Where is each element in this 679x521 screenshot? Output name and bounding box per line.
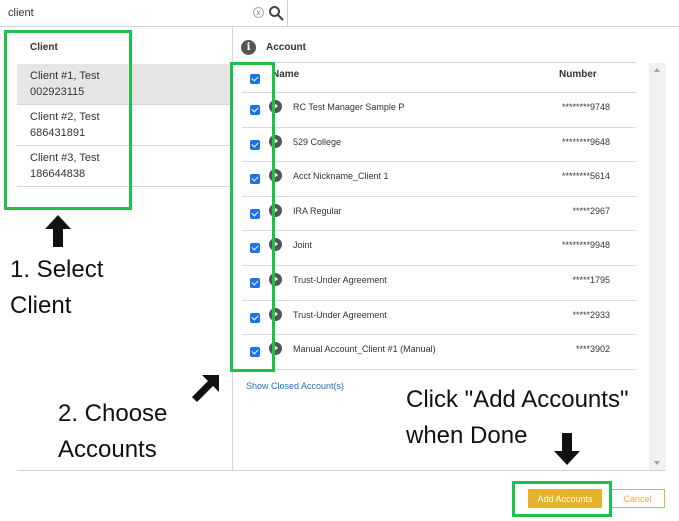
- info-icon[interactable]: i: [241, 40, 256, 55]
- account-number: ********9748: [561, 102, 610, 112]
- step-2-line-2: Accounts: [58, 436, 157, 463]
- step-1-instruction: 1. Select Client: [10, 252, 103, 324]
- scroll-down-arrow-icon[interactable]: [654, 461, 660, 465]
- search-bar: x: [0, 0, 288, 27]
- account-number: ********9648: [561, 136, 610, 147]
- account-row[interactable]: Acct Nickname_Client 1 ********5614: [242, 162, 636, 197]
- cancel-button[interactable]: Cancel: [610, 489, 665, 508]
- client-highlight-box: [4, 30, 132, 210]
- scroll-up-arrow-icon[interactable]: [654, 68, 660, 72]
- footer-divider: [17, 470, 666, 471]
- step-3-line-2: when Done: [406, 422, 528, 449]
- account-rows: RC Test Manager Sample P ********9748 52…: [242, 93, 636, 370]
- step-3-line-1: Click "Add Accounts": [406, 386, 629, 413]
- account-number: ****3902: [575, 344, 610, 355]
- name-column-header[interactable]: Name: [272, 69, 299, 80]
- account-number: ********5614: [561, 171, 610, 182]
- vertical-scrollbar[interactable]: [649, 63, 666, 470]
- step-3-instruction: Click "Add Accounts" when Done: [406, 382, 628, 454]
- account-row[interactable]: Manual Account_Client #1 (Manual) ****39…: [242, 335, 636, 370]
- account-name: Acct Nickname_Client 1: [293, 171, 389, 182]
- account-table-header: Name Number: [242, 62, 636, 93]
- search-input[interactable]: [8, 5, 248, 21]
- step-2-instruction: 2. Choose Accounts: [58, 396, 167, 468]
- account-row[interactable]: IRA Regular *****2967: [242, 197, 636, 232]
- account-column-header: Account: [266, 42, 306, 53]
- add-button-highlight-box: [512, 481, 612, 517]
- account-name: Manual Account_Client #1 (Manual): [293, 344, 436, 355]
- step-2-line-1: 2. Choose: [58, 400, 168, 427]
- account-number: *****2933: [572, 309, 610, 320]
- up-arrow-icon: [45, 215, 71, 247]
- account-row[interactable]: Trust-Under Agreement *****1795: [242, 266, 636, 301]
- account-number: ********9948: [561, 240, 610, 251]
- account-row[interactable]: RC Test Manager Sample P ********9748: [242, 93, 636, 128]
- number-column-header[interactable]: Number: [559, 69, 597, 80]
- clear-search-icon[interactable]: x: [253, 7, 264, 18]
- diagonal-arrow-icon: [192, 375, 219, 402]
- account-name: Trust-Under Agreement: [293, 274, 387, 285]
- search-icon[interactable]: [268, 5, 284, 21]
- top-divider: [288, 26, 679, 27]
- account-name: Trust-Under Agreement: [293, 309, 387, 320]
- account-name: RC Test Manager Sample P: [293, 102, 405, 112]
- account-name: IRA Regular: [293, 205, 342, 216]
- account-row[interactable]: Joint ********9948: [242, 231, 636, 266]
- account-number: *****2967: [572, 205, 610, 216]
- account-row[interactable]: 529 College ********9648: [242, 128, 636, 163]
- accounts-highlight-box: [230, 62, 275, 372]
- step-1-line-2: Client: [10, 292, 72, 319]
- step-1-line-1: 1. Select: [10, 256, 104, 283]
- account-number: *****1795: [572, 274, 610, 285]
- account-name: Joint: [293, 240, 313, 251]
- account-name: 529 College: [293, 136, 342, 147]
- show-closed-accounts-link[interactable]: Show Closed Account(s): [246, 381, 344, 391]
- account-row[interactable]: Trust-Under Agreement *****2933: [242, 301, 636, 336]
